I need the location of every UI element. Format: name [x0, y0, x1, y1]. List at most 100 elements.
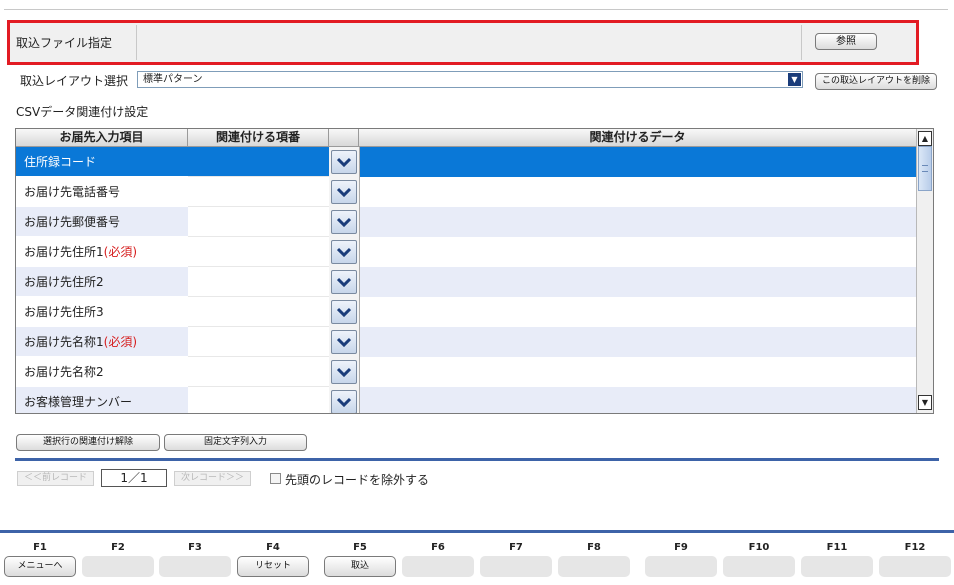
linked-data-cell[interactable]	[359, 267, 916, 297]
linked-data-cell[interactable]	[359, 327, 916, 357]
column-header-linked-data: 関連付けるデータ	[589, 130, 686, 144]
skip-first-record-label: 先頭のレコードを除外する	[285, 473, 430, 487]
layout-select-value: 標準パターン	[143, 74, 203, 85]
table-row[interactable]: お届け先名称1(必須)	[16, 327, 916, 357]
table-row[interactable]: お届け先電話番号	[16, 177, 916, 207]
table-row[interactable]: お客様管理ナンバー	[16, 387, 916, 413]
browse-button[interactable]: 参照	[815, 33, 877, 50]
table-row[interactable]: お届け先名称2	[16, 357, 916, 387]
next-record-button[interactable]: 次レコード＞＞	[174, 471, 251, 486]
table-row[interactable]: お届け先住所1(必須)	[16, 237, 916, 267]
grid-scrollbar[interactable]: ▲ ▼	[916, 129, 933, 413]
fkey-button[interactable]: メニューへ	[4, 556, 76, 577]
linked-number-field[interactable]	[188, 177, 329, 207]
chevron-down-icon[interactable]	[331, 360, 357, 384]
chevron-down-icon[interactable]	[331, 330, 357, 354]
linked-number-field[interactable]	[188, 147, 329, 177]
fkey-name: F6	[431, 542, 445, 553]
fkey-button	[801, 556, 873, 577]
linked-data-cell[interactable]	[359, 207, 916, 237]
required-marker: (必須)	[103, 335, 138, 349]
layout-select-label: 取込レイアウト選択	[20, 74, 129, 88]
dropdown-cell	[329, 357, 359, 387]
linked-data-cell[interactable]	[359, 387, 916, 413]
delete-layout-button[interactable]: この取込レイアウトを削除	[815, 73, 937, 90]
row-item-label: お届け先住所3	[24, 305, 104, 319]
linked-data-cell[interactable]	[359, 297, 916, 327]
fkey-name: F11	[826, 542, 848, 553]
linked-number-field[interactable]	[188, 207, 329, 237]
column-header-linked-number: 関連付ける項番	[188, 129, 329, 146]
fkey-button	[645, 556, 717, 577]
prev-record-button[interactable]: ＜＜前レコード	[17, 471, 94, 486]
fkey-name: F12	[904, 542, 926, 553]
table-row[interactable]: 住所録コード	[16, 147, 916, 177]
linked-number-field[interactable]	[188, 357, 329, 387]
linked-number-field[interactable]	[188, 267, 329, 297]
fkey-button	[159, 556, 231, 577]
file-select-label: 取込ファイル指定	[16, 36, 113, 50]
table-row[interactable]: お届け先住所3	[16, 297, 916, 327]
linked-number-field[interactable]	[188, 327, 329, 357]
row-item-label: お届け先住所1	[24, 245, 104, 259]
row-item-label: お届け先住所2	[24, 275, 104, 289]
linked-data-cell[interactable]	[359, 237, 916, 267]
row-input-item: お届け先郵便番号	[16, 207, 188, 237]
fkey-name: F5	[353, 542, 367, 553]
fkey-name: F2	[111, 542, 125, 553]
scroll-up-icon[interactable]: ▲	[918, 131, 932, 146]
table-row[interactable]: お届け先郵便番号	[16, 207, 916, 237]
scroll-down-icon[interactable]: ▼	[918, 395, 932, 410]
row-item-label: お届け先名称2	[24, 365, 104, 379]
csv-mapping-title: CSVデータ関連付け設定	[16, 105, 149, 119]
linked-data-cell[interactable]	[359, 357, 916, 387]
top-divider	[4, 9, 948, 10]
row-input-item: お届け先電話番号	[16, 177, 188, 207]
fkey-name: F3	[188, 542, 202, 553]
fkey-button	[558, 556, 630, 577]
fixed-text-input-button[interactable]: 固定文字列入力	[164, 434, 307, 451]
row-input-item: お届け先名称1(必須)	[16, 327, 188, 357]
linked-number-field[interactable]	[188, 297, 329, 327]
chevron-down-icon[interactable]	[331, 390, 357, 413]
column-header-spacer	[329, 129, 359, 146]
unlink-selected-row-button[interactable]: 選択行の関連付け解除	[16, 434, 160, 451]
chevron-down-icon[interactable]	[331, 270, 357, 294]
scroll-thumb[interactable]	[918, 146, 932, 191]
dropdown-arrow-icon[interactable]: ▼	[788, 73, 801, 86]
dropdown-cell	[329, 207, 359, 237]
row-input-item: お客様管理ナンバー	[16, 387, 188, 413]
row-input-item: お届け先住所3	[16, 297, 188, 327]
function-key-bar: F1 メニューへ F2 F3 F4 リセット F5 取込 F6 F7 F8 F9 F10 F11 F12	[0, 533, 954, 585]
linked-data-cell[interactable]	[359, 177, 916, 207]
fkey-name: F9	[674, 542, 688, 553]
dropdown-cell	[329, 237, 359, 267]
fkey-button[interactable]: リセット	[237, 556, 309, 577]
section-divider	[15, 458, 939, 461]
linked-data-cell[interactable]	[359, 147, 916, 177]
chevron-down-icon[interactable]	[331, 150, 357, 174]
linked-number-field[interactable]	[188, 387, 329, 413]
layout-select[interactable]: 標準パターン ▼	[137, 71, 803, 88]
skip-first-record-checkbox[interactable]	[270, 473, 281, 484]
fkey-button[interactable]: 取込	[324, 556, 396, 577]
dropdown-cell	[329, 297, 359, 327]
record-page-indicator: 1／1	[101, 469, 167, 487]
row-item-label: お届け先電話番号	[24, 185, 121, 199]
chevron-down-icon[interactable]	[331, 300, 357, 324]
linked-number-field[interactable]	[188, 237, 329, 267]
fkey-name: F4	[266, 542, 280, 553]
file-path-field[interactable]	[136, 25, 802, 60]
column-header-input-item: お届先入力項目	[16, 129, 188, 146]
dropdown-cell	[329, 147, 359, 177]
chevron-down-icon[interactable]	[331, 180, 357, 204]
chevron-down-icon[interactable]	[331, 240, 357, 264]
chevron-down-icon[interactable]	[331, 210, 357, 234]
grid-rows: 住所録コード お届け先電話番号 お届け先郵便番号 お届け先住所1(必須) お届け先住所2…	[16, 147, 916, 413]
dropdown-cell	[329, 327, 359, 357]
fkey-name: F7	[509, 542, 523, 553]
fkey-button	[82, 556, 154, 577]
dropdown-cell	[329, 177, 359, 207]
fkey-name: F1	[33, 542, 47, 553]
table-row[interactable]: お届け先住所2	[16, 267, 916, 297]
